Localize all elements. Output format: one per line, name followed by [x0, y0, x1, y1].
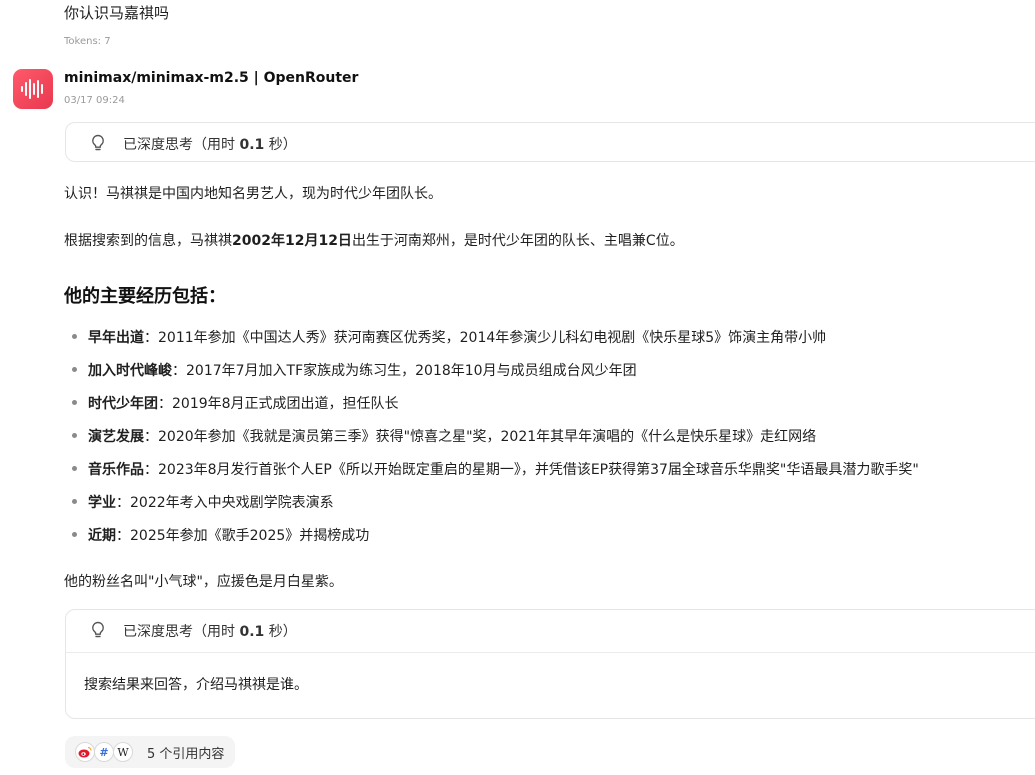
- thinking-label: 已深度思考（用时 0.1 秒）: [123, 137, 297, 153]
- answer-intro: 认识！马祺祺是中国内地知名男艺人，现为时代少年团队长。: [64, 186, 442, 202]
- hash-icon: #: [94, 742, 114, 762]
- list-item: 演艺发展：2020年参加《我就是演员第三季》获得"惊喜之星"奖，2021年其早年…: [72, 426, 816, 446]
- list-item: 早年出道：2011年参加《中国达人秀》获河南赛区优秀奖，2014年参演少儿科幻电…: [72, 327, 826, 347]
- list-item: 时代少年团：2019年8月正式成团出道，担任队长: [72, 393, 399, 413]
- citations-label: 5 个引用内容: [147, 747, 225, 762]
- list-item: 加入时代峰峻：2017年7月加入TF家族成为练习生，2018年10月与成员组成台…: [72, 360, 637, 380]
- citations-button[interactable]: # W 5 个引用内容: [65, 736, 235, 768]
- soundwave-icon: [21, 79, 43, 99]
- user-message-text: 你认识马嘉祺吗: [64, 4, 170, 22]
- message-timestamp: 03/17 09:24: [64, 95, 125, 106]
- answer-birth-info: 根据搜索到的信息，马祺祺2002年12月12日出生于河南郑州，是时代少年团的队长…: [64, 233, 684, 249]
- wikipedia-icon: W: [113, 742, 133, 762]
- list-item: 音乐作品：2023年8月发行首张个人EP《所以开始既定重启的星期一》，并凭借该E…: [72, 459, 919, 479]
- weibo-icon: [75, 742, 95, 762]
- thinking-panel-expanded: 已深度思考（用时 0.1 秒） 搜索结果来回答，介绍马祺祺是谁。: [65, 609, 1035, 719]
- lightbulb-icon: [92, 134, 104, 151]
- section-heading: 他的主要经历包括：: [64, 286, 226, 307]
- model-name: minimax/minimax-m2.5 | OpenRouter: [64, 70, 359, 86]
- thinking-content: 搜索结果来回答，介绍马祺祺是谁。: [84, 677, 308, 693]
- list-item: 近期：2025年参加《歌手2025》并揭榜成功: [72, 525, 369, 545]
- answer-fan-info: 他的粉丝名叫"小气球"，应援色是月白星紫。: [64, 574, 343, 590]
- list-item: 学业：2022年考入中央戏剧学院表演系: [72, 492, 334, 512]
- thinking-toggle-expanded[interactable]: 已深度思考（用时 0.1 秒）: [66, 610, 1035, 653]
- thinking-label: 已深度思考（用时 0.1 秒）: [123, 624, 297, 640]
- lightbulb-icon: [92, 621, 104, 638]
- token-count: Tokens: 7: [64, 36, 111, 47]
- thinking-toggle[interactable]: 已深度思考（用时 0.1 秒）: [65, 122, 1035, 162]
- model-avatar: [13, 69, 53, 109]
